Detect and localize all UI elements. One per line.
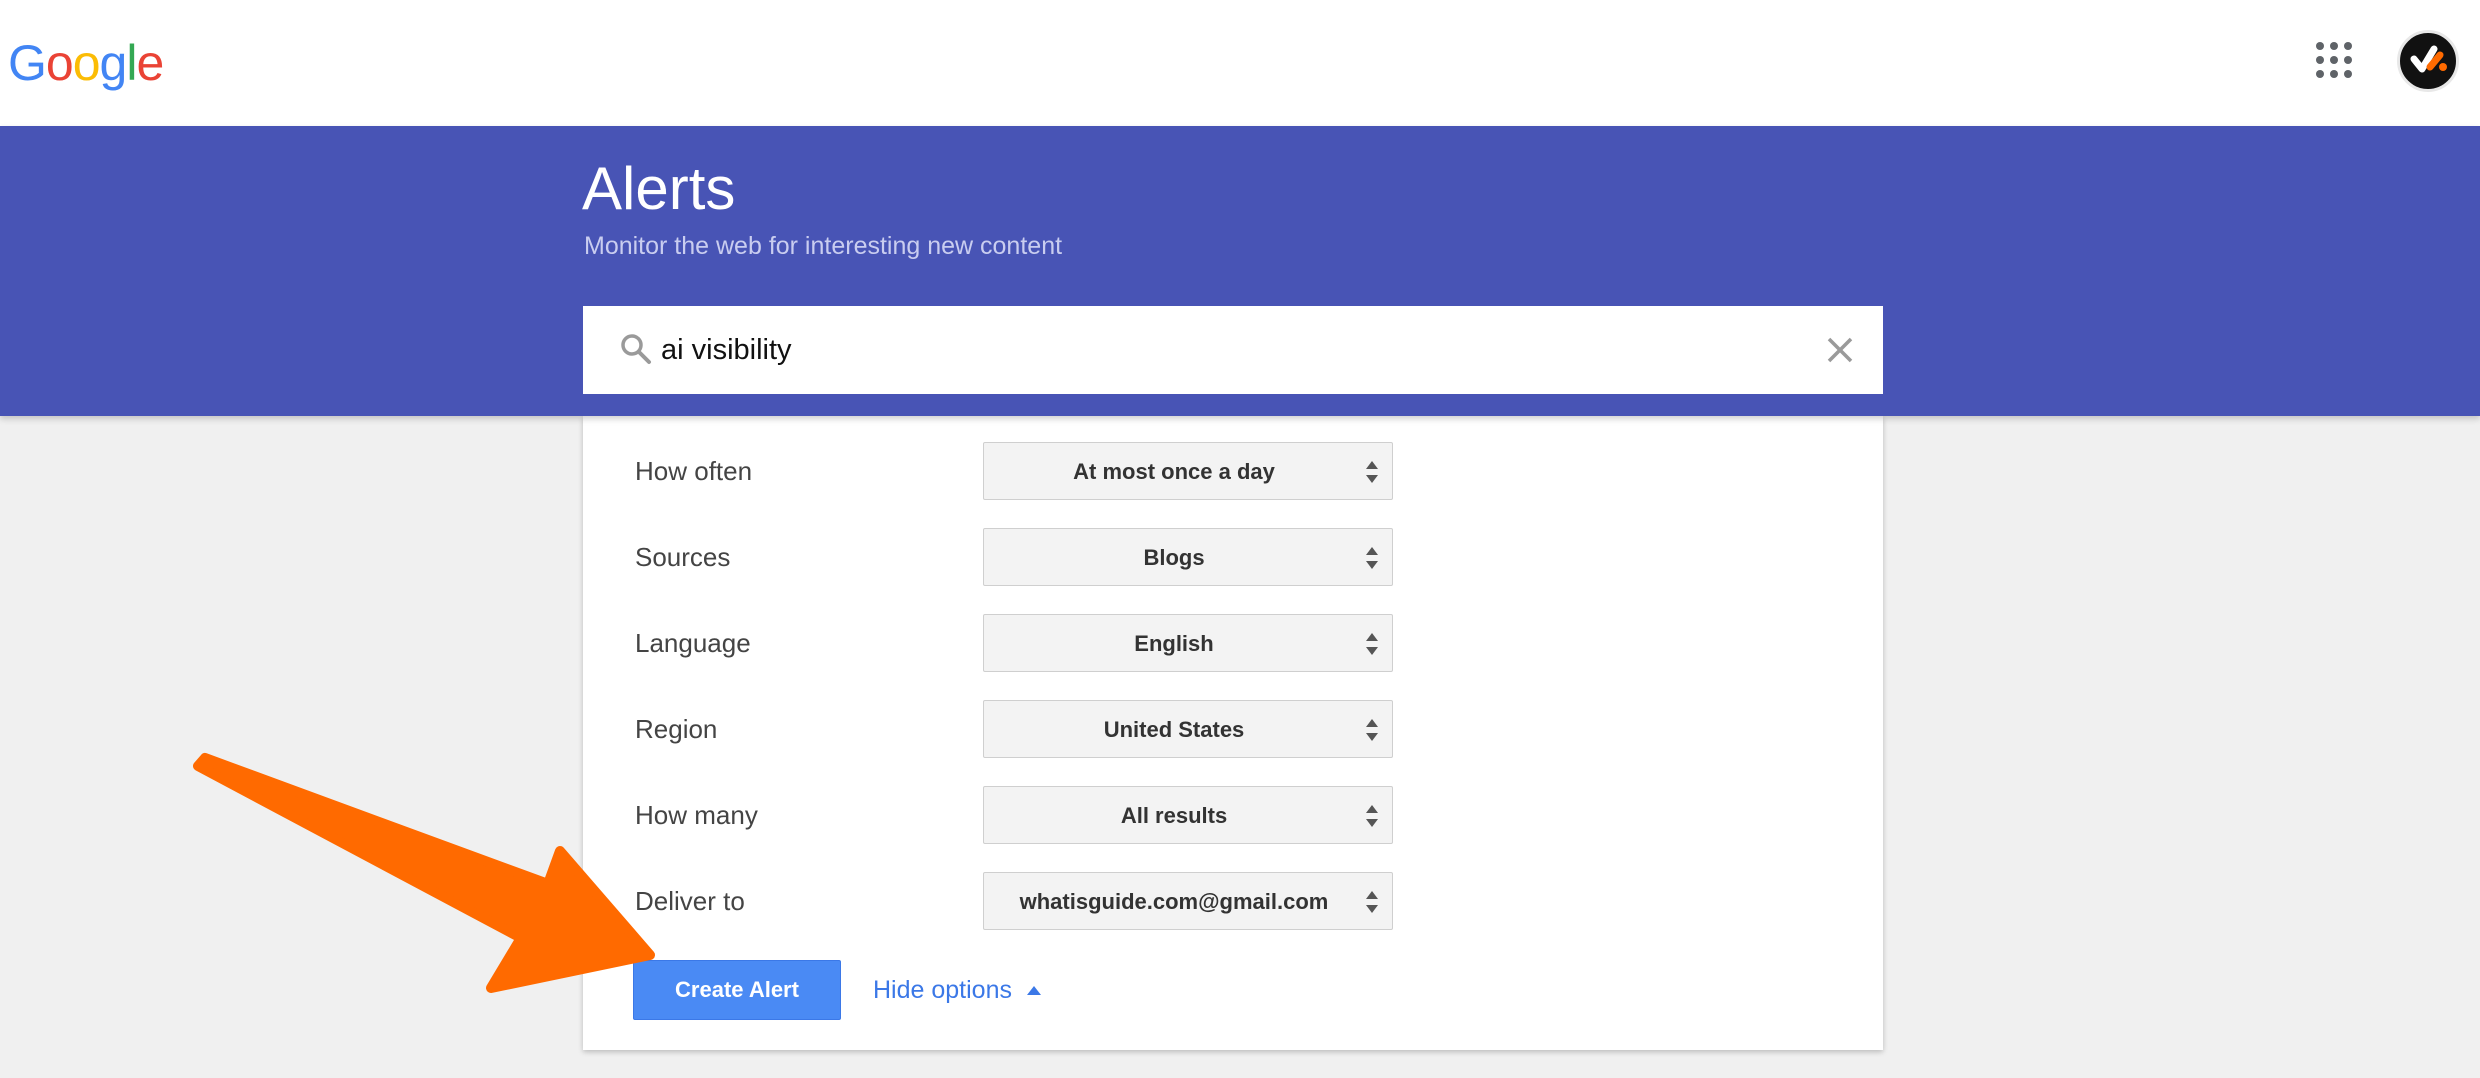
alerts-banner: Alerts Monitor the web for interesting n… — [0, 126, 2480, 416]
close-icon[interactable] — [1823, 333, 1857, 367]
search-input[interactable] — [661, 320, 1761, 380]
option-value: whatisguide.com@gmail.com — [1019, 889, 1329, 914]
option-row-how-often: How often At most once a day — [583, 442, 1883, 500]
deliver-to-select[interactable]: whatisguide.com@gmail.com — [983, 872, 1393, 930]
language-select[interactable]: English — [983, 614, 1393, 672]
search-icon — [621, 334, 651, 364]
top-bar: Google — [0, 0, 2480, 126]
logo-letter: l — [126, 35, 137, 91]
option-value: At most once a day — [1073, 459, 1275, 484]
alert-options-card: How often At most once a day Sources Blo… — [583, 416, 1883, 1050]
option-row-sources: Sources Blogs — [583, 528, 1883, 586]
select-arrows-icon — [1366, 547, 1378, 569]
logo-letter: o — [72, 35, 101, 91]
logo-letter: o — [45, 35, 74, 91]
logo-letter: g — [99, 35, 128, 91]
option-value: English — [1134, 631, 1214, 656]
option-row-language: Language English — [583, 614, 1883, 672]
select-arrows-icon — [1366, 633, 1378, 655]
option-value: United States — [1103, 717, 1245, 742]
logo-letter: G — [8, 35, 47, 91]
sources-select[interactable]: Blogs — [983, 528, 1393, 586]
logo-letter: e — [136, 35, 164, 91]
option-label: Sources — [635, 542, 731, 572]
select-arrows-icon — [1366, 719, 1378, 741]
page-subtitle: Monitor the web for interesting new cont… — [584, 232, 1063, 260]
select-arrows-icon — [1366, 891, 1378, 913]
option-label: Region — [635, 714, 718, 744]
account-avatar-icon[interactable] — [2397, 30, 2459, 92]
how-often-select[interactable]: At most once a day — [983, 442, 1393, 500]
hide-options-link[interactable]: Hide options — [873, 976, 1012, 1005]
caret-up-icon[interactable] — [1025, 984, 1043, 996]
option-row-deliver-to: Deliver to whatisguide.com@gmail.com — [583, 872, 1883, 930]
option-value: All results — [1120, 803, 1228, 828]
option-row-region: Region United States — [583, 700, 1883, 758]
option-label: How often — [635, 456, 753, 486]
region-select[interactable]: United States — [983, 700, 1393, 758]
option-label: Deliver to — [635, 886, 745, 916]
google-logo[interactable]: Google — [8, 30, 164, 96]
search-box — [583, 306, 1883, 394]
create-alert-button[interactable]: Create Alert — [633, 960, 841, 1020]
select-arrows-icon — [1366, 805, 1378, 827]
option-value: Blogs — [1143, 545, 1205, 570]
page-title: Alerts — [582, 155, 736, 222]
option-label: Language — [635, 628, 751, 658]
apps-grid-icon[interactable] — [2316, 42, 2352, 78]
option-row-how-many: How many All results — [583, 786, 1883, 844]
select-arrows-icon — [1366, 461, 1378, 483]
how-many-select[interactable]: All results — [983, 786, 1393, 844]
option-label: How many — [635, 800, 758, 830]
